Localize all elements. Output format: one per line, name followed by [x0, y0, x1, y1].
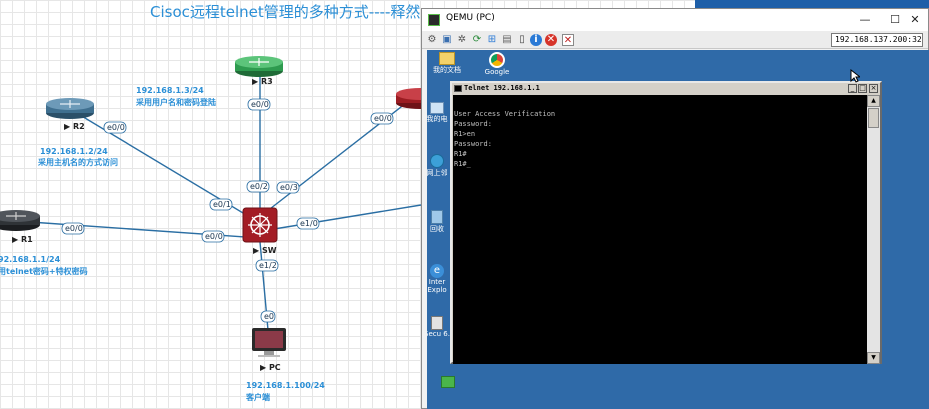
desktop-icon-recycle[interactable]: 回收	[427, 210, 451, 234]
svg-text:e0/1: e0/1	[213, 200, 231, 209]
r2-desc-label: 采用主机名的方式访问	[37, 157, 118, 167]
close-button[interactable]: ✕	[900, 12, 929, 28]
port-sw-e02: e0/2	[246, 180, 270, 193]
qemu-window[interactable]: QEMU (PC) — ☐ ✕ ⚙ ▣ ✲ ⟳ ⊞ ▤ ▯ i ✕ ✕ 192.…	[421, 8, 929, 409]
computer-icon	[430, 102, 444, 114]
router-r2-label: ▶ R2	[64, 122, 85, 131]
terminal-line: Password:	[454, 120, 492, 128]
topology-title: Cisoc远程telnet管理的多种方式----释然	[150, 3, 420, 21]
desktop-icon-security[interactable]: Secu 6.	[427, 316, 451, 338]
qemu-toolbar: ⚙ ▣ ✲ ⟳ ⊞ ▤ ▯ i ✕ ✕ 192.168.137.200:32	[422, 31, 928, 49]
svg-text:e0/0: e0/0	[251, 100, 269, 109]
terminal-line: R1>en	[454, 130, 476, 138]
ie-icon: e	[430, 264, 444, 278]
telnet-window[interactable]: Telnet 192.168.1.1 _ □ × User Access Ver…	[450, 81, 882, 364]
pc-ip-label: 192.168.1.100/24	[246, 381, 325, 390]
svg-text:e0/2: e0/2	[250, 182, 268, 191]
desktop-icon-google[interactable]: Google	[475, 52, 519, 76]
doc-icon[interactable]: ✕	[562, 34, 574, 46]
r1-ip-label: 92.168.1.1/24	[0, 255, 61, 264]
router-r1[interactable]	[0, 210, 40, 231]
telnet-title: Telnet 192.168.1.1	[464, 84, 540, 92]
svg-text:e0/0: e0/0	[107, 123, 125, 132]
scroll-down-button[interactable]: ▼	[867, 352, 880, 364]
info-icon[interactable]: i	[530, 34, 542, 46]
router-r2[interactable]	[46, 98, 94, 119]
stop-icon[interactable]: ✕	[545, 34, 557, 46]
console-icon	[454, 85, 462, 92]
qemu-titlebar[interactable]: QEMU (PC) — ☐ ✕	[422, 9, 928, 31]
vm-desktop: 我的文档 Google 我的电 网上邻 回收 e Inter Explo Sec…	[427, 50, 929, 409]
drive-icon[interactable]: ▤	[501, 34, 513, 46]
refresh-icon[interactable]: ⟳	[471, 34, 483, 46]
desktop-icon-network[interactable]: 网上邻	[427, 154, 451, 178]
port-r1-e00: e0/0	[61, 222, 85, 235]
port-sw-e01: e0/1	[209, 198, 233, 211]
r3-desc-label: 采用用户名和密码登陆	[135, 97, 216, 107]
terminal-line: User Access Verification	[454, 110, 556, 118]
scroll-up-button[interactable]: ▲	[867, 95, 880, 107]
desktop-icon-documents[interactable]: 我的文档	[427, 52, 469, 75]
svg-text:e0: e0	[264, 312, 274, 321]
svg-text:e1/0: e1/0	[300, 219, 318, 228]
recycle-bin-icon	[431, 210, 443, 224]
desktop-icon-computer[interactable]: 我的电	[427, 102, 451, 124]
port-r4-e00: e0/0	[370, 112, 394, 125]
scroll-thumb[interactable]	[868, 108, 879, 128]
link-sw-right	[267, 204, 422, 231]
port-sw-e10: e1/0	[296, 217, 320, 230]
address-field[interactable]: 192.168.137.200:32	[831, 33, 923, 47]
svg-text:e0/0: e0/0	[374, 114, 392, 123]
port-sw-e12: e1/2	[255, 259, 279, 272]
gear-icon[interactable]: ✲	[456, 34, 468, 46]
svg-text:e0/0: e0/0	[65, 224, 83, 233]
svg-text:e0/3: e0/3	[280, 183, 298, 192]
r3-ip-label: 192.168.1.3/24	[136, 86, 204, 95]
switch-sw-label: ▶ SW	[253, 246, 277, 255]
terminal-line: R1#_	[454, 160, 471, 168]
terminal-line: R1#	[454, 150, 467, 158]
minimize-button[interactable]: —	[850, 12, 880, 28]
terminal-scrollbar[interactable]: ▲ ▼	[867, 95, 880, 364]
folder-icon	[439, 52, 455, 65]
svg-text:e1/2: e1/2	[259, 261, 277, 270]
port-labels: e0/0 e0/0 e0/0 e0/0 e0/0 e0/1 e0/2 e0/3 …	[61, 98, 394, 323]
port-r3-e00: e0/0	[247, 98, 271, 111]
switch-sw[interactable]	[242, 207, 278, 243]
r1-desc-label: 用telnet密码+特权密码	[0, 266, 88, 276]
terminal-output[interactable]: User Access Verification Password: R1>en Pa…	[453, 95, 867, 364]
router-r3-label: ▶ R3	[252, 77, 273, 86]
security-icon	[431, 316, 443, 330]
port-pc-e0: e0	[260, 310, 276, 323]
svg-text:e0/0: e0/0	[205, 232, 223, 241]
text-icon[interactable]: ▯	[516, 34, 528, 46]
network-icon	[430, 154, 444, 168]
chrome-icon	[489, 52, 505, 68]
port-sw-e03: e0/3	[276, 181, 300, 194]
mouse-cursor-icon	[850, 69, 860, 83]
pc-desc-label: 客户端	[245, 392, 270, 402]
qemu-title: QEMU (PC)	[446, 13, 495, 23]
router-r1-label: ▶ R1	[12, 235, 33, 244]
router-r3[interactable]	[235, 56, 283, 77]
telnet-minimize-button[interactable]: _	[848, 84, 857, 93]
desktop-icon-ie[interactable]: e Inter Explo	[427, 264, 451, 294]
telnet-maximize-button[interactable]: □	[858, 84, 867, 93]
terminal-line: Password:	[454, 140, 492, 148]
qemu-app-icon	[428, 14, 440, 26]
settings-icon[interactable]: ⚙	[426, 34, 438, 46]
windows-icon[interactable]: ⊞	[486, 34, 498, 46]
telnet-close-button[interactable]: ×	[869, 84, 878, 93]
port-sw-e00: e0/0	[201, 230, 225, 243]
pc-label: ▶ PC	[260, 363, 281, 372]
r2-ip-label: 192.168.1.2/24	[40, 147, 108, 156]
port-r2-e00: e0/0	[103, 121, 127, 134]
fullscreen-icon[interactable]: ▣	[441, 34, 453, 46]
pc-device[interactable]	[252, 328, 286, 357]
tray-network-icon[interactable]	[441, 376, 455, 388]
telnet-titlebar[interactable]: Telnet 192.168.1.1 _ □ ×	[452, 83, 880, 94]
